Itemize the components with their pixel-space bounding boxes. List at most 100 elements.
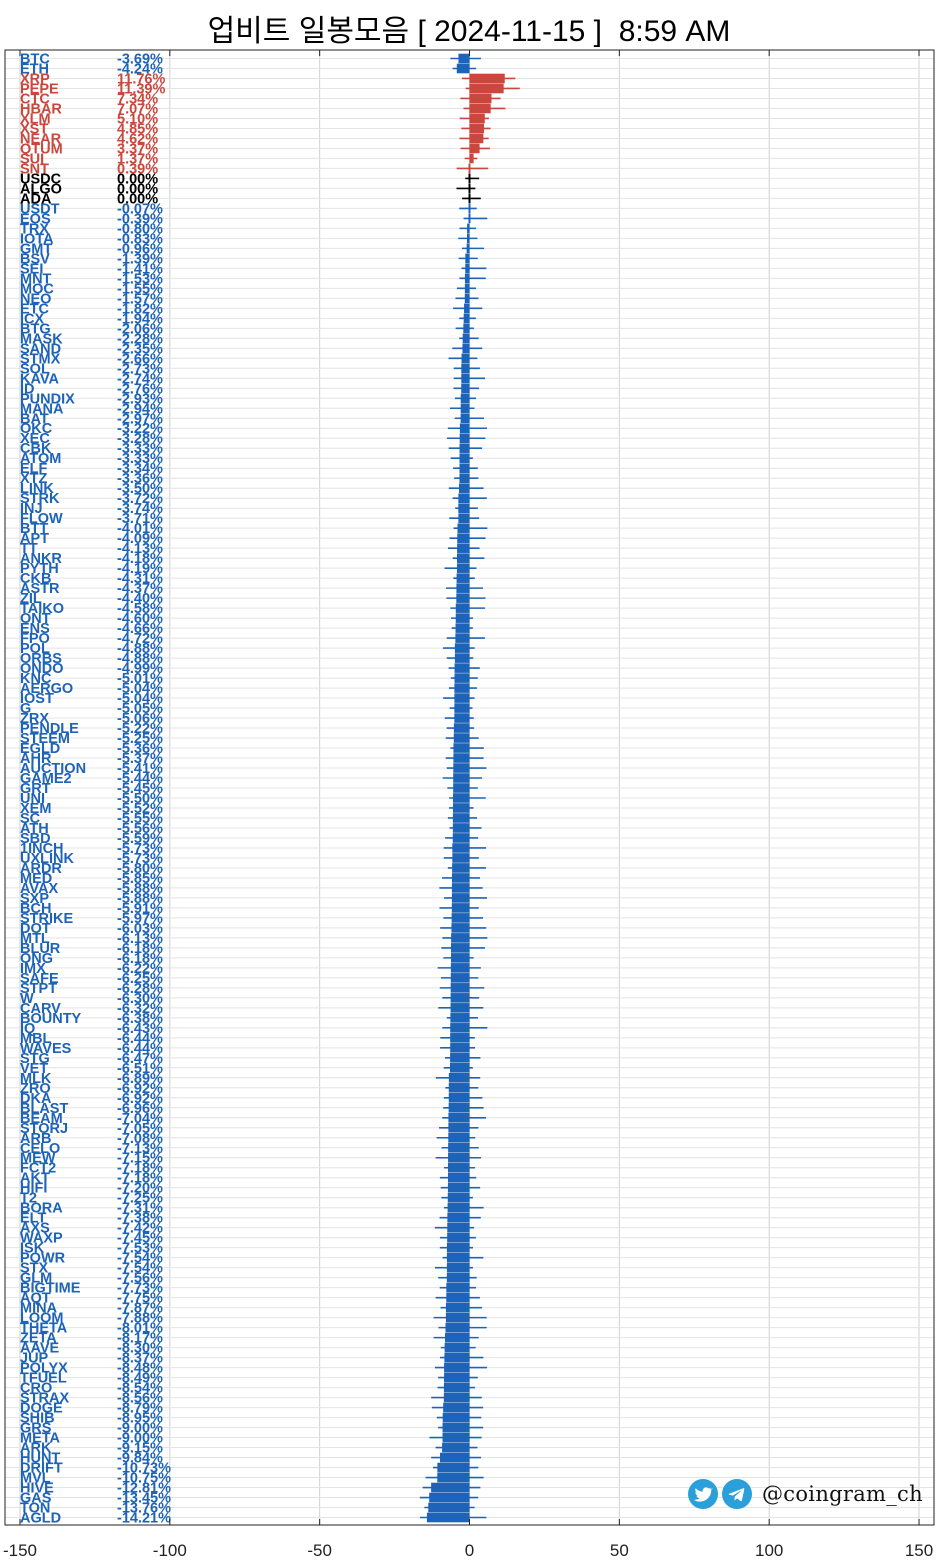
bar <box>444 1352 470 1363</box>
bar <box>453 793 470 803</box>
bar <box>469 93 492 104</box>
bar <box>447 1212 470 1223</box>
bar <box>450 983 470 993</box>
bar <box>455 623 470 633</box>
bar <box>458 53 470 64</box>
bar <box>445 1312 470 1323</box>
bar <box>448 1152 470 1163</box>
bar <box>465 263 470 274</box>
bar <box>469 153 474 164</box>
bar <box>437 1462 470 1473</box>
daily-change-bar-chart: BTC -3.69%ETH -4.24%XRP 11.76%PEPE 11.39%CTC… <box>3 49 935 1560</box>
telegram-icon[interactable] <box>722 1479 752 1509</box>
bar <box>468 203 471 214</box>
bar <box>469 83 504 94</box>
bar <box>456 63 470 74</box>
bar <box>448 1112 470 1123</box>
bar <box>447 1182 470 1193</box>
bar <box>469 113 485 124</box>
bar <box>445 1332 470 1343</box>
bar <box>454 663 470 673</box>
bar <box>429 1492 470 1503</box>
bar <box>448 1142 470 1153</box>
bar <box>452 823 470 833</box>
bar <box>452 863 470 873</box>
bar <box>445 1322 470 1333</box>
bar <box>437 1472 470 1483</box>
bar <box>452 803 470 813</box>
bar <box>443 1402 470 1413</box>
bar <box>445 1302 470 1313</box>
bar <box>457 533 470 543</box>
category-labels: BTC -3.69%ETH -4.24%XRP 11.76%PEPE 11.39%CTC… <box>20 52 171 1527</box>
bar <box>465 253 470 264</box>
bar <box>447 1172 470 1183</box>
twitter-icon[interactable] <box>688 1479 718 1509</box>
bar <box>468 193 471 204</box>
bar <box>469 103 491 114</box>
bar <box>444 1362 470 1373</box>
x-tick-label: 150 <box>905 1541 933 1560</box>
bar <box>442 1442 470 1453</box>
bar <box>453 723 470 733</box>
bar <box>452 833 470 843</box>
bar <box>442 1432 470 1443</box>
bar <box>458 503 470 513</box>
bar <box>443 1382 470 1393</box>
bar <box>454 683 470 693</box>
bar <box>450 973 470 983</box>
bar <box>431 1482 470 1493</box>
bar <box>464 273 470 284</box>
bar <box>426 1512 470 1523</box>
bar <box>462 343 470 354</box>
bar <box>469 73 505 84</box>
bar <box>461 353 470 364</box>
bar <box>450 1033 470 1043</box>
bar <box>460 393 470 404</box>
bar <box>446 1252 470 1263</box>
x-tick-label: 100 <box>755 1541 783 1560</box>
bar <box>457 543 470 553</box>
bar <box>446 1272 470 1283</box>
bar <box>446 1262 470 1273</box>
bar <box>450 1023 470 1033</box>
bar <box>467 233 470 244</box>
bar <box>468 173 471 184</box>
bar <box>453 773 470 783</box>
bar <box>448 1073 470 1083</box>
bar <box>442 1412 470 1423</box>
bar <box>456 573 470 583</box>
bar <box>444 1342 470 1353</box>
bar <box>454 693 470 703</box>
bar <box>440 1452 470 1463</box>
bar <box>451 933 470 943</box>
brand-watermark: @coingram_ch <box>688 1478 923 1510</box>
bar <box>466 243 470 254</box>
bar <box>456 593 470 603</box>
bar <box>450 1003 470 1013</box>
bar <box>450 1053 470 1063</box>
bar <box>447 1202 470 1213</box>
bar <box>460 413 470 424</box>
bar <box>450 1043 470 1053</box>
bar <box>450 993 470 1003</box>
bar <box>451 883 470 893</box>
bar <box>451 893 470 903</box>
bar <box>468 213 471 224</box>
brand-handle: @coingram_ch <box>762 1482 923 1506</box>
bar <box>446 1282 470 1293</box>
bar <box>469 133 484 144</box>
bar <box>448 1122 470 1133</box>
bar <box>459 453 470 464</box>
bar <box>453 753 470 763</box>
bar <box>454 713 470 723</box>
bar <box>454 643 470 653</box>
bar <box>459 423 470 434</box>
bar <box>449 1063 470 1073</box>
bar <box>448 1132 470 1143</box>
bar <box>452 843 470 853</box>
value-label: -14.21% <box>117 1511 171 1527</box>
bar <box>456 563 470 573</box>
bar <box>447 1222 470 1233</box>
bar <box>467 223 470 234</box>
